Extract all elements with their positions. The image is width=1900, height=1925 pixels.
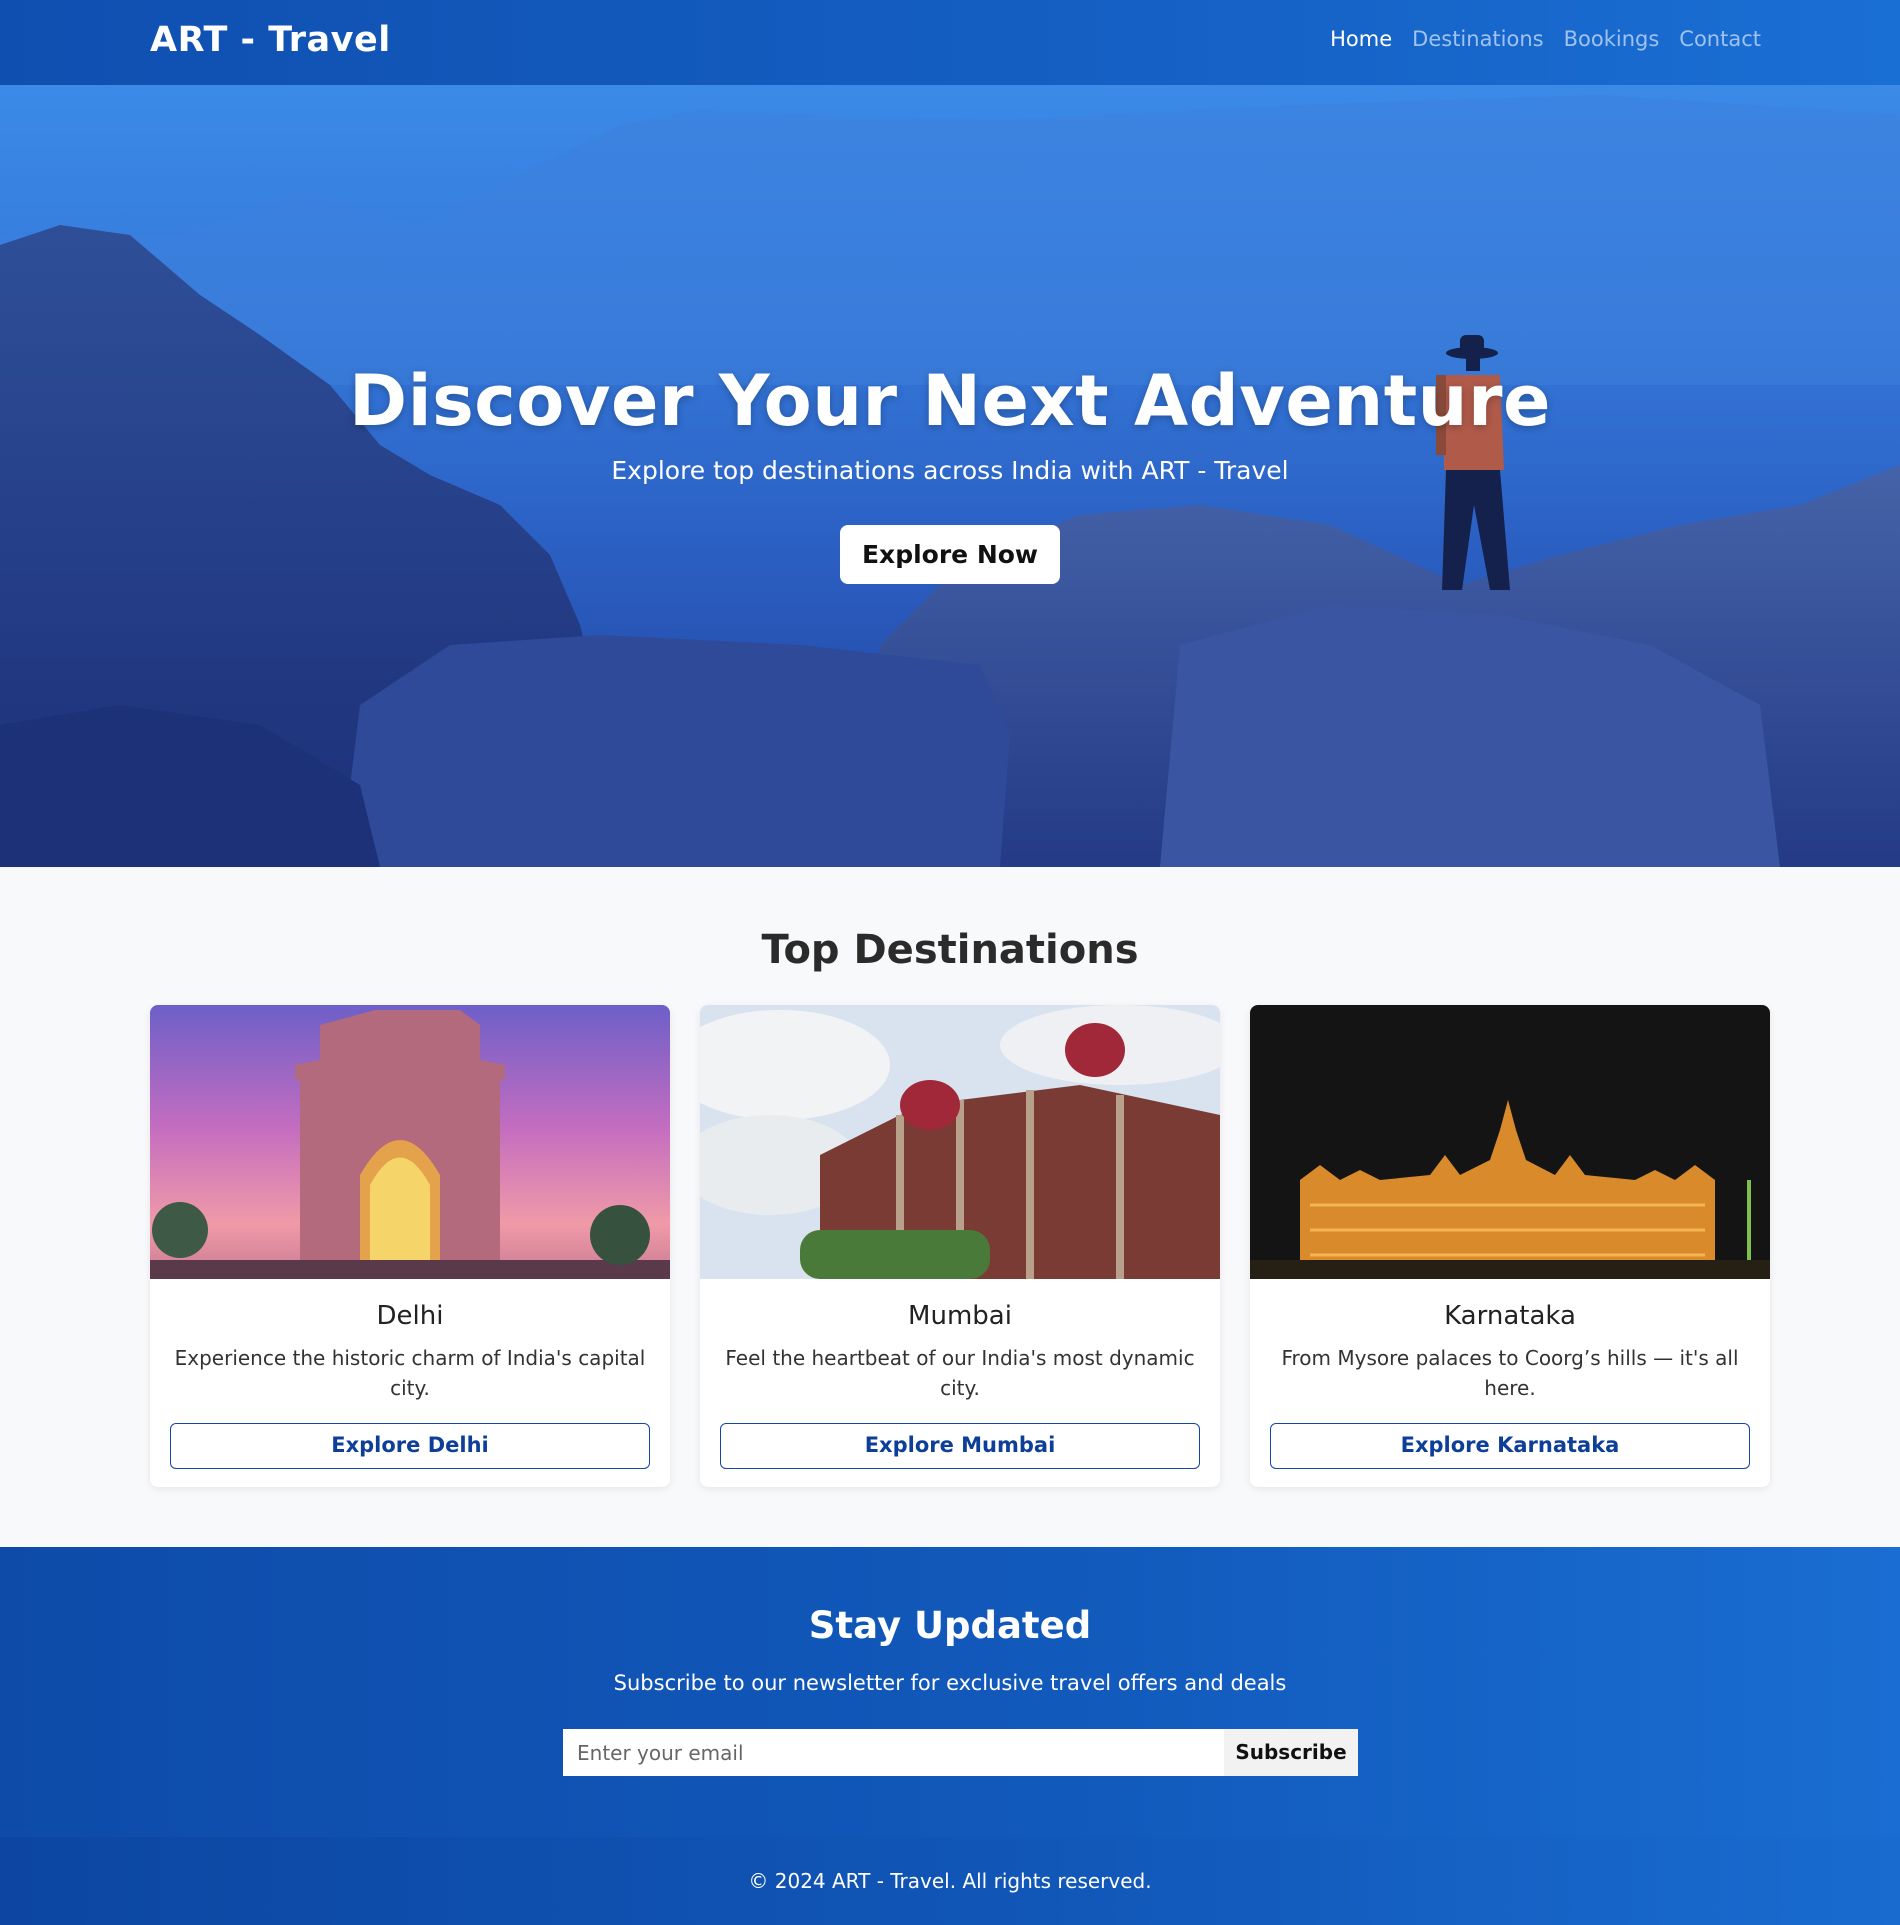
- footer: © 2024 ART - Travel. All rights reserved…: [0, 1837, 1900, 1925]
- hero-title: Discover Your Next Adventure: [349, 360, 1551, 442]
- hero-subtitle: Explore top destinations across India wi…: [611, 456, 1289, 485]
- navbar: ART - Travel Home Destinations Bookings …: [0, 0, 1900, 85]
- mumbai-image: [700, 1005, 1220, 1279]
- explore-now-button[interactable]: Explore Now: [839, 525, 1061, 584]
- nav-links: Home Destinations Bookings Contact: [1330, 27, 1761, 51]
- newsletter-text: Subscribe to our newsletter for exclusiv…: [613, 1671, 1287, 1695]
- card-description: From Mysore palaces to Coorg’s hills — i…: [1281, 1346, 1739, 1400]
- destination-cards: Delhi Experience the historic charm of I…: [150, 1005, 1770, 1487]
- card-description: Feel the heartbeat of our India's most d…: [725, 1346, 1195, 1400]
- card-description: Experience the historic charm of India's…: [174, 1346, 646, 1400]
- section-title: Top Destinations: [761, 927, 1139, 973]
- delhi-image: [150, 1005, 670, 1279]
- destination-card-delhi: Delhi Experience the historic charm of I…: [150, 1005, 670, 1487]
- nav-link-bookings[interactable]: Bookings: [1564, 27, 1660, 51]
- newsletter-form: Subscribe: [563, 1729, 1358, 1776]
- newsletter-section: Stay Updated Subscribe to our newsletter…: [0, 1547, 1900, 1837]
- hero-content: Discover Your Next Adventure Explore top…: [0, 360, 1900, 584]
- explore-mumbai-button[interactable]: Explore Mumbai: [720, 1423, 1200, 1469]
- destinations-section: Top Destinations Delhi Experience the hi…: [0, 867, 1900, 1547]
- explore-karnataka-button[interactable]: Explore Karnataka: [1270, 1423, 1750, 1469]
- brand-logo[interactable]: ART - Travel: [150, 20, 391, 60]
- hero-section: Discover Your Next Adventure Explore top…: [0, 85, 1900, 867]
- email-input[interactable]: [563, 1729, 1224, 1776]
- destination-card-mumbai: Mumbai Feel the heartbeat of our India's…: [700, 1005, 1220, 1487]
- explore-delhi-button[interactable]: Explore Delhi: [170, 1423, 650, 1469]
- destination-card-karnataka: Karnataka From Mysore palaces to Coorg’s…: [1250, 1005, 1770, 1487]
- karnataka-image: [1250, 1005, 1770, 1279]
- card-title: Mumbai: [908, 1301, 1012, 1331]
- nav-link-contact[interactable]: Contact: [1679, 27, 1761, 51]
- card-title: Delhi: [376, 1301, 444, 1331]
- footer-copyright: © 2024 ART - Travel. All rights reserved…: [748, 1869, 1152, 1893]
- card-title: Karnataka: [1444, 1301, 1576, 1331]
- nav-link-destinations[interactable]: Destinations: [1412, 27, 1543, 51]
- subscribe-button[interactable]: Subscribe: [1224, 1729, 1358, 1776]
- newsletter-title: Stay Updated: [808, 1604, 1092, 1647]
- nav-link-home[interactable]: Home: [1330, 27, 1392, 51]
